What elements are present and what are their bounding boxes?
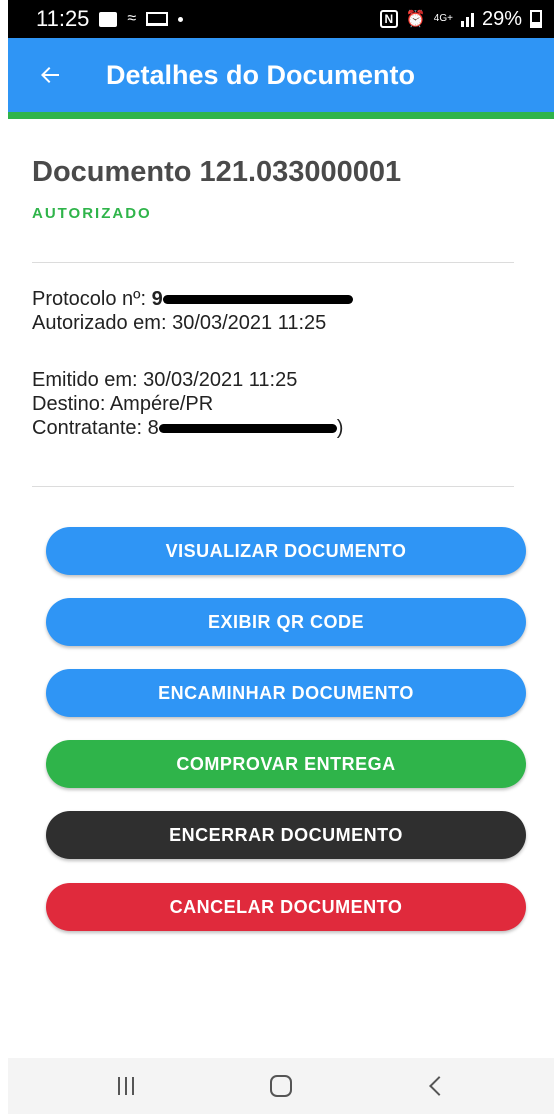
destino-line: Destino: Ampére/PR [32,393,214,415]
gallery-notification-icon [99,11,118,27]
confirm-delivery-button[interactable]: COMPROVAR ENTREGA [46,740,526,788]
home-button[interactable] [251,1061,311,1111]
more-notifications-icon [178,16,184,22]
page-title: Detalhes do Documento [106,59,416,90]
contratante-suffix: ) [336,417,344,439]
redaction-bar [158,424,337,434]
arrow-left-icon [41,67,59,83]
show-qr-code-button[interactable]: EXIBIR QR CODE [46,598,526,646]
status-bar: 11:25 ≈ N ⏰ 4G+ 29% [8,0,554,38]
document-header: Documento 121.033000001 AUTORIZADO [32,150,514,222]
redaction-bar [162,295,353,305]
chevron-left-icon [429,1076,450,1096]
divider-top [32,262,514,263]
system-nav-bar [8,1058,554,1114]
back-button[interactable] [20,45,80,105]
document-details: Emitido em: 30/03/2021 11:25 Destino: Am… [32,368,343,440]
home-icon [269,1075,292,1097]
cast-icon [146,12,169,26]
emitido-line: Emitido em: 30/03/2021 11:25 [32,369,298,391]
header-accent-line [8,112,554,119]
contratante-label: Contratante: 8 [32,417,159,439]
battery-percent: 29% [481,7,522,30]
cancel-document-button[interactable]: CANCELAR DOCUMENTO [46,883,526,931]
app-bar: Detalhes do Documento [8,38,554,112]
protocolo-label: Protocolo nº: [32,288,152,310]
document-title: Documento 121.033000001 [32,156,402,188]
system-back-button[interactable] [406,1061,466,1111]
recents-icon [117,1077,134,1095]
status-time: 11:25 [36,6,90,31]
protocolo-line: Protocolo nº: 9 [32,287,353,311]
signal-icon [460,11,474,27]
battery-icon [530,10,542,28]
divider-bottom [32,486,514,487]
protocol-info: Protocolo nº: 9 Autorizado em: 30/03/202… [32,287,353,335]
nfc-icon: N [379,10,398,28]
document-status: AUTORIZADO [32,205,152,222]
alarm-icon: ⏰ [405,11,426,28]
wifi-off-icon: ≈ [127,10,137,27]
protocolo-value: 9 [151,288,163,310]
contratante-line: Contratante: 8) [32,416,343,440]
forward-document-button[interactable]: ENCAMINHAR DOCUMENTO [46,669,526,717]
close-document-button[interactable]: ENCERRAR DOCUMENTO [46,811,526,859]
autorizado-line: Autorizado em: 30/03/2021 11:25 [32,312,327,334]
view-document-button[interactable]: VISUALIZAR DOCUMENTO [46,527,526,575]
recents-button[interactable] [96,1061,156,1111]
network-type: 4G+ [433,13,453,24]
